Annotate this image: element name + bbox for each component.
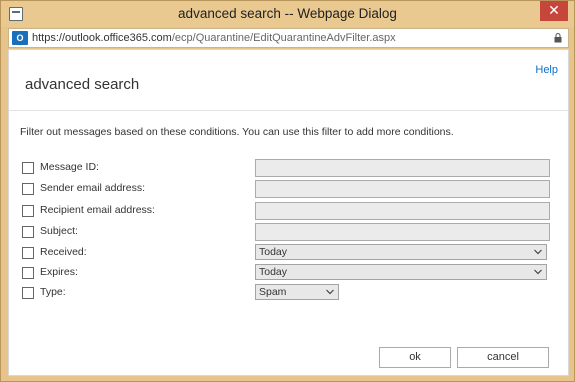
recipient-email-field[interactable] bbox=[255, 202, 550, 220]
title-bar: advanced search -- Webpage Dialog ✕ bbox=[1, 1, 574, 27]
sender-checkbox[interactable] bbox=[22, 183, 34, 195]
chevron-down-icon bbox=[534, 249, 542, 255]
received-select[interactable]: Today bbox=[255, 244, 547, 260]
url-text: https://outlook.office365.com/ecp/Quaran… bbox=[32, 32, 396, 44]
received-checkbox[interactable] bbox=[22, 247, 34, 259]
recipient-checkbox[interactable] bbox=[22, 205, 34, 217]
divider bbox=[9, 110, 568, 111]
expires-checkbox[interactable] bbox=[22, 267, 34, 279]
help-link[interactable]: Help bbox=[535, 64, 558, 76]
subject-field[interactable] bbox=[255, 223, 550, 241]
url-prefix: https://outlook. bbox=[32, 32, 104, 44]
type-checkbox[interactable] bbox=[22, 287, 34, 299]
cancel-button[interactable]: cancel bbox=[457, 347, 549, 368]
received-value: Today bbox=[259, 246, 288, 258]
expires-value: Today bbox=[259, 266, 288, 278]
chevron-down-icon bbox=[326, 289, 334, 295]
lock-icon bbox=[554, 33, 562, 43]
message-id-checkbox[interactable] bbox=[22, 162, 34, 174]
page-title: advanced search bbox=[25, 76, 140, 93]
type-label: Type: bbox=[40, 286, 66, 298]
subject-label: Subject: bbox=[40, 225, 78, 237]
message-id-field[interactable] bbox=[255, 159, 550, 177]
instructions-text: Filter out messages based on these condi… bbox=[20, 126, 454, 138]
expires-label: Expires: bbox=[40, 266, 78, 278]
expires-select[interactable]: Today bbox=[255, 264, 547, 280]
type-value: Spam bbox=[259, 286, 287, 298]
type-select[interactable]: Spam bbox=[255, 284, 339, 300]
window-title: advanced search -- Webpage Dialog bbox=[178, 6, 397, 21]
address-bar: O https://outlook.office365.com/ecp/Quar… bbox=[8, 28, 569, 48]
close-button[interactable]: ✕ bbox=[540, 1, 568, 21]
ok-button[interactable]: ok bbox=[379, 347, 451, 368]
received-label: Received: bbox=[40, 246, 87, 258]
url-domain: office365.com bbox=[103, 32, 172, 44]
dialog-content: Help advanced search Filter out messages… bbox=[8, 49, 569, 376]
message-id-label: Message ID: bbox=[40, 161, 99, 173]
dialog-window: advanced search -- Webpage Dialog ✕ O ht… bbox=[0, 0, 575, 382]
subject-checkbox[interactable] bbox=[22, 226, 34, 238]
chevron-down-icon bbox=[534, 269, 542, 275]
url-path: /ecp/Quarantine/EditQuarantineAdvFilter.… bbox=[171, 32, 396, 44]
sender-email-field[interactable] bbox=[255, 180, 550, 198]
recipient-label: Recipient email address: bbox=[40, 204, 155, 216]
outlook-icon: O bbox=[12, 31, 28, 45]
sender-label: Sender email address: bbox=[40, 182, 146, 194]
